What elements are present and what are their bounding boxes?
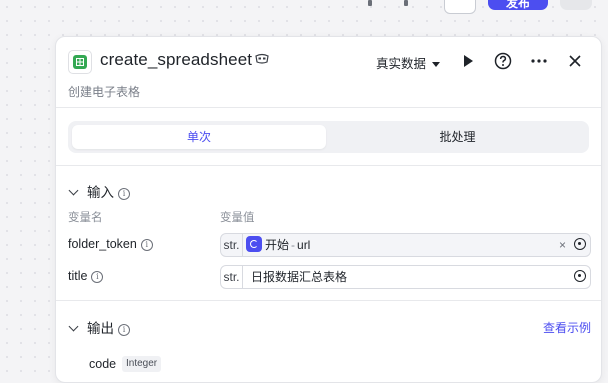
- ref-separator: -: [291, 238, 296, 252]
- toolbar-button[interactable]: [444, 0, 476, 14]
- divider: [56, 165, 601, 166]
- folder-token-value-field[interactable]: str. 开始 - url ×: [220, 233, 591, 257]
- column-header-name: 变量名: [68, 212, 103, 224]
- title-value-field[interactable]: str. 日报数据汇总表格: [220, 265, 591, 289]
- divider: [56, 107, 601, 108]
- toolbar-icon[interactable]: [404, 0, 408, 6]
- chevron-down-icon[interactable]: [68, 321, 79, 332]
- param-name-folder-token: folder_token i: [68, 237, 153, 251]
- toolbar-icon[interactable]: [368, 0, 372, 6]
- caret-down-icon: [432, 62, 441, 68]
- info-icon[interactable]: i: [91, 271, 104, 283]
- tab-batch[interactable]: 批处理: [330, 125, 585, 149]
- variable-reference-chip[interactable]: 开始 - url: [246, 236, 310, 254]
- more-button[interactable]: [560, 0, 592, 10]
- divider: [56, 300, 601, 301]
- top-toolbar: 发布: [0, 0, 608, 14]
- variable-picker-icon[interactable]: [574, 270, 586, 282]
- info-icon[interactable]: i: [118, 324, 130, 336]
- output-var-name: code: [89, 357, 117, 371]
- start-node-icon: [246, 236, 262, 252]
- close-icon[interactable]: [565, 51, 585, 71]
- publish-button[interactable]: 发布: [488, 0, 548, 10]
- param-name-label: title: [68, 269, 88, 283]
- plugin-badge-icon: [255, 53, 269, 64]
- input-section-title: 输入: [87, 185, 114, 200]
- type-tag: str.: [221, 266, 243, 288]
- tab-single[interactable]: 单次: [72, 125, 326, 149]
- ref-node-name: 开始: [265, 238, 290, 252]
- info-icon[interactable]: i: [118, 188, 130, 200]
- more-options-icon[interactable]: [529, 51, 549, 71]
- column-header-value: 变量值: [220, 212, 255, 224]
- view-example-link[interactable]: 查看示例: [543, 319, 591, 336]
- param-name-label: folder_token: [68, 237, 137, 251]
- data-mode-label: 真实数据: [376, 57, 427, 71]
- variable-picker-icon[interactable]: [574, 238, 586, 250]
- spreadsheet-app-icon: [68, 50, 92, 74]
- publish-label: 发布: [505, 0, 530, 10]
- node-panel: create_spreadsheet 真实数据 创建电子表格 单次 批处理 输入…: [55, 36, 602, 383]
- run-mode-toggle: 单次 批处理: [68, 121, 589, 153]
- info-icon[interactable]: i: [140, 239, 153, 251]
- help-icon[interactable]: [493, 51, 513, 71]
- node-description: 创建电子表格: [68, 85, 141, 99]
- ref-variable-name: url: [297, 238, 311, 252]
- param-name-title: title i: [68, 269, 104, 283]
- input-section-header[interactable]: 输入 i: [68, 181, 130, 201]
- type-tag: str.: [221, 234, 243, 256]
- node-title[interactable]: create_spreadsheet: [100, 50, 252, 70]
- data-mode-select[interactable]: 真实数据: [376, 53, 441, 72]
- output-section-header[interactable]: 输出 i: [68, 317, 130, 337]
- run-icon[interactable]: [458, 51, 478, 71]
- node-header: create_spreadsheet 真实数据 创建电子表格: [56, 37, 601, 107]
- output-section-title: 输出: [87, 321, 114, 336]
- chevron-down-icon[interactable]: [68, 185, 79, 196]
- title-value-text[interactable]: 日报数据汇总表格: [251, 266, 347, 288]
- clear-icon[interactable]: ×: [559, 236, 566, 254]
